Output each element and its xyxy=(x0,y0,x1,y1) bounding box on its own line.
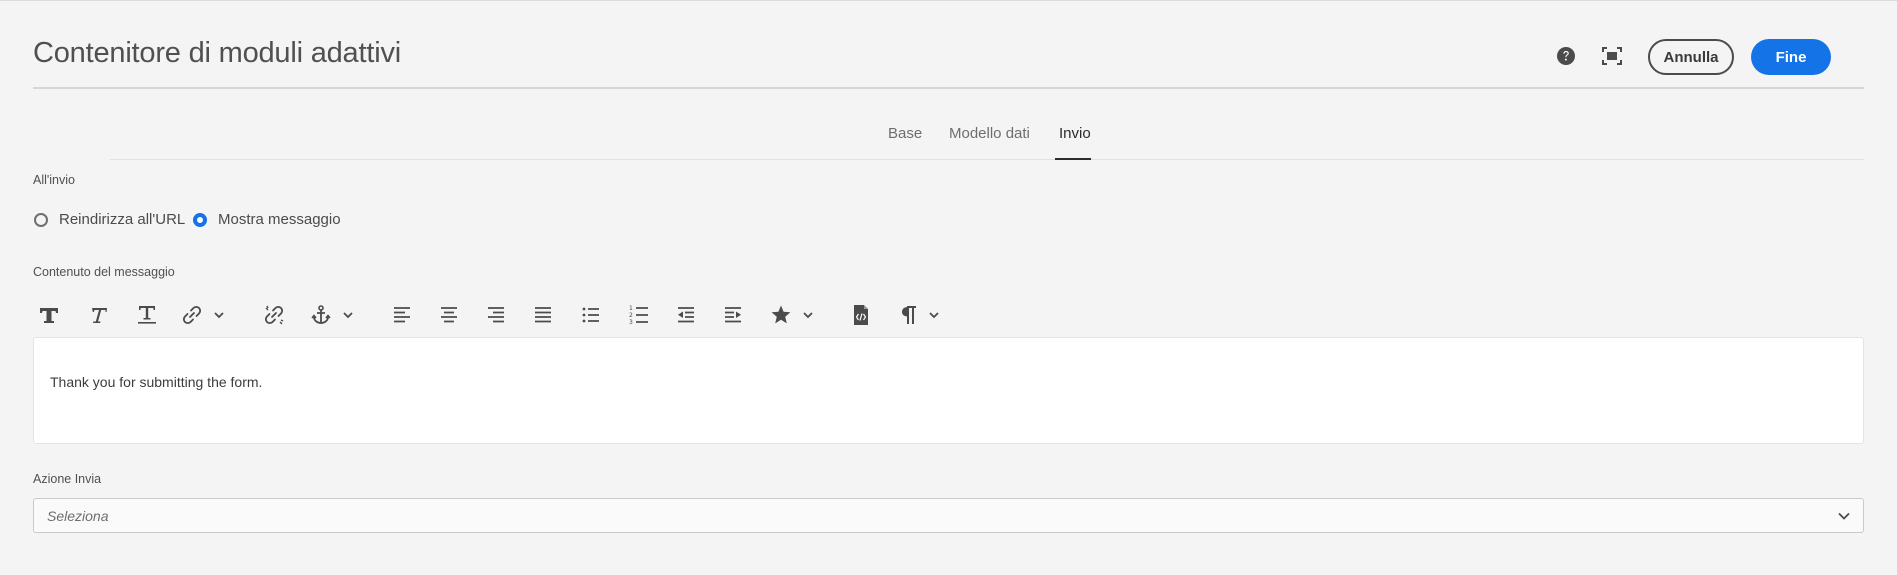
message-editor[interactable]: Thank you for submitting the form. xyxy=(33,337,1864,444)
justify-icon[interactable] xyxy=(533,301,553,329)
link-icon[interactable] xyxy=(181,301,203,329)
anchor-icon[interactable] xyxy=(310,301,332,329)
tabs-divider xyxy=(110,159,1864,160)
paragraph-dropdown-chevron-icon[interactable] xyxy=(928,301,940,329)
active-tab-indicator xyxy=(1055,158,1091,160)
link-dropdown-chevron-icon[interactable] xyxy=(213,301,225,329)
tab-data-model[interactable]: Modello dati xyxy=(949,125,1030,142)
submit-action-select[interactable]: Seleziona xyxy=(33,498,1864,533)
paragraph-icon[interactable] xyxy=(899,301,919,329)
outdent-icon[interactable] xyxy=(676,301,696,329)
radio-redirect-url[interactable]: Reindirizza all'URL xyxy=(34,211,185,228)
tab-submission[interactable]: Invio xyxy=(1059,125,1091,142)
radio-label: Reindirizza all'URL xyxy=(59,211,186,228)
bold-icon[interactable] xyxy=(38,301,60,329)
done-button[interactable]: Fine xyxy=(1751,39,1831,75)
star-icon[interactable] xyxy=(770,301,792,329)
message-content-label: Contenuto del messaggio xyxy=(33,265,175,279)
align-right-icon[interactable] xyxy=(486,301,506,329)
radio-circle-checked[interactable] xyxy=(193,212,207,227)
unlink-icon[interactable] xyxy=(263,301,285,329)
source-edit-icon[interactable] xyxy=(852,301,870,329)
tab-base[interactable]: Base xyxy=(888,125,922,142)
bullet-list-icon[interactable] xyxy=(581,301,601,329)
page-title: Contenitore di moduli adattivi xyxy=(33,37,401,69)
align-left-icon[interactable] xyxy=(392,301,412,329)
help-icon[interactable] xyxy=(1555,45,1577,67)
cancel-button[interactable]: Annulla xyxy=(1648,39,1734,75)
fullscreen-icon[interactable] xyxy=(1601,45,1623,67)
anchor-dropdown-chevron-icon[interactable] xyxy=(342,301,354,329)
chevron-down-icon[interactable] xyxy=(1837,509,1851,527)
editor-text[interactable]: Thank you for submitting the form. xyxy=(50,374,262,390)
svg-text:3: 3 xyxy=(629,319,633,326)
submit-action-label: Azione Invia xyxy=(33,472,102,486)
radio-show-message[interactable]: Mostra messaggio xyxy=(193,211,341,228)
radio-circle[interactable] xyxy=(34,212,48,227)
underline-icon[interactable] xyxy=(136,301,158,329)
indent-icon[interactable] xyxy=(723,301,743,329)
star-dropdown-chevron-icon[interactable] xyxy=(802,301,814,329)
numbered-list-icon[interactable]: 123 xyxy=(629,301,649,329)
select-placeholder: Seleziona xyxy=(47,508,109,524)
dialog-header: Contenitore di moduli adattivi xyxy=(33,1,1864,89)
italic-icon[interactable] xyxy=(87,301,109,329)
radio-label: Mostra messaggio xyxy=(218,211,341,228)
svg-text:1: 1 xyxy=(629,305,633,312)
align-center-icon[interactable] xyxy=(439,301,459,329)
svg-text:2: 2 xyxy=(629,312,633,319)
on-submit-label: All'invio xyxy=(33,173,75,187)
